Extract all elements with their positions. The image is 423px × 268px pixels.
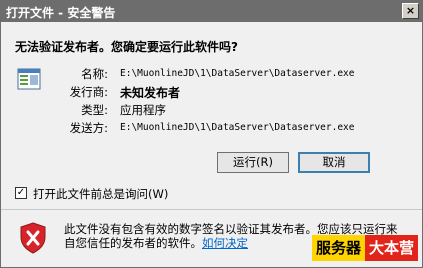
watermark-part-1: 服务器 — [311, 235, 365, 261]
publisher-label: 发行商: — [69, 85, 108, 99]
security-warning-dialog: 打开文件 - 安全警告 × 无法验证发布者。您确定要运行此软件吗? 名称: E:… — [0, 0, 423, 268]
always-ask-label[interactable]: 打开此文件前总是询问(W) — [33, 186, 168, 202]
how-to-decide-link[interactable]: 如何决定 — [202, 236, 248, 250]
name-value: E:\MuonlineJD\1\DataServer\Dataserver.ex… — [120, 68, 355, 79]
window-title: 打开文件 - 安全警告 — [6, 6, 116, 20]
from-label: 发送方: — [69, 121, 108, 135]
application-icon — [17, 68, 41, 90]
name-label: 名称: — [81, 67, 108, 81]
type-value: 应用程序 — [120, 103, 166, 117]
watermark-logo: 服务器 大本营 — [311, 235, 418, 261]
type-label: 类型: — [81, 103, 108, 117]
publisher-value: 未知发布者 — [120, 86, 181, 100]
dialog-question: 无法验证发布者。您确定要运行此软件吗? — [15, 40, 238, 54]
title-bar[interactable]: 打开文件 - 安全警告 × — [1, 1, 422, 22]
run-button[interactable]: 运行(R) — [217, 152, 289, 173]
warning-section: 此文件没有包含有效的数字签名以验证其发布者。您应该只运行来自您信任的发布者的软件… — [1, 210, 422, 267]
dialog-content: 无法验证发布者。您确定要运行此软件吗? 名称: E:\MuonlineJD\1\… — [1, 22, 422, 267]
shield-warning-icon — [20, 222, 46, 254]
close-button[interactable]: × — [402, 3, 419, 19]
watermark-part-2: 大本营 — [364, 235, 418, 261]
always-ask-checkbox[interactable]: ✓ — [15, 187, 27, 199]
cancel-button[interactable]: 取消 — [298, 152, 370, 173]
from-value: E:\MuonlineJD\1\DataServer\Dataserver.ex… — [120, 122, 355, 133]
